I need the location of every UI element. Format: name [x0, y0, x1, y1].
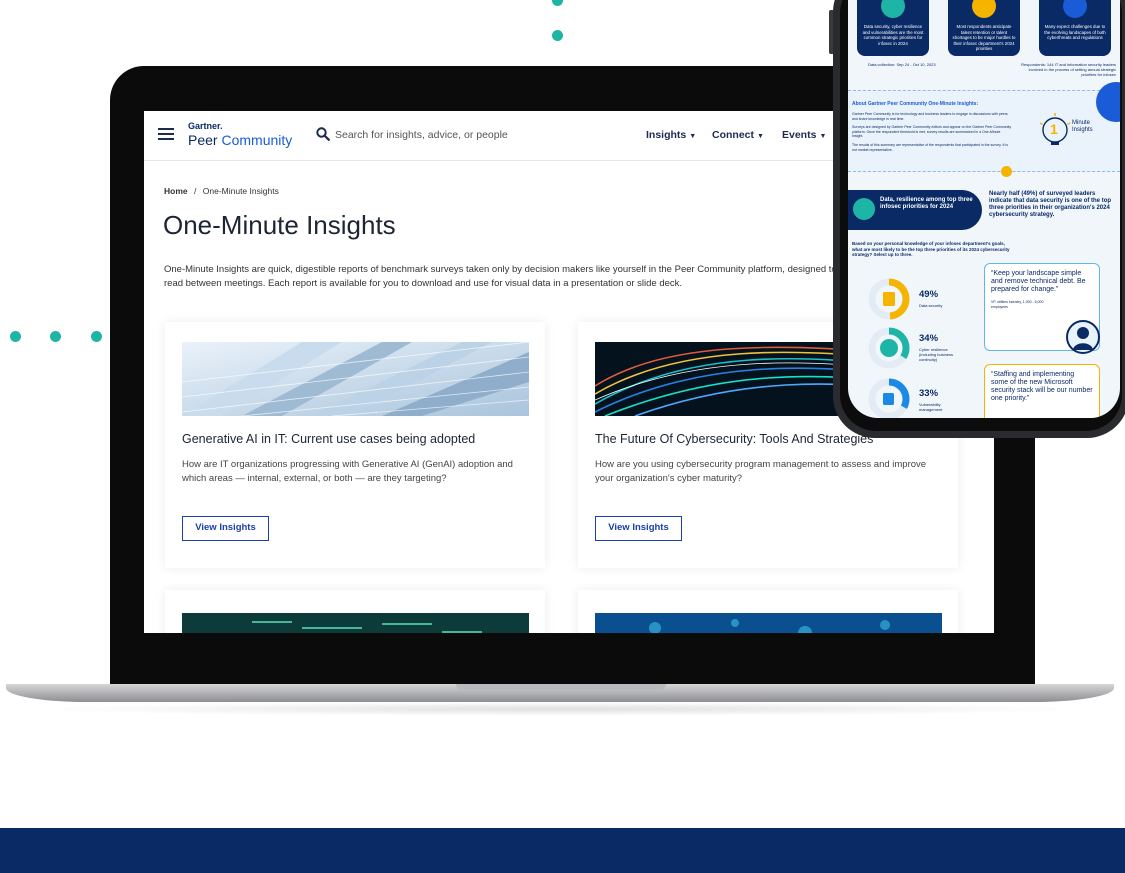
one-minute-insights-badge-icon: 1 [1038, 113, 1072, 147]
decorative-dot [50, 331, 61, 342]
gartner-peer-community-logo[interactable]: Gartner. Peer Community [188, 121, 292, 148]
breadcrumb-current: One-Minute Insights [202, 186, 279, 196]
card-title[interactable]: The Future Of Cybersecurity: Tools And S… [595, 432, 873, 446]
decorative-dot [10, 331, 21, 342]
headline-pill: Data, resilience among top three infosec… [848, 190, 982, 230]
quote-attribution: VP, utilities industry, 1,000 - 5,000 em… [991, 300, 1044, 309]
logo-brand: Gartner. [188, 121, 223, 131]
search-input[interactable]: Search for insights, advice, or people [335, 129, 508, 141]
phone-screen: Data security, cyber resilience and vuln… [848, 0, 1120, 418]
badge-label-line: Minute [1072, 120, 1091, 126]
card-description: How are you using cybersecurity program … [595, 459, 927, 484]
stat-percent: 49% [919, 289, 939, 300]
stat-donut-icon [868, 278, 910, 320]
survey-question: Based on your personal knowledge of your… [852, 241, 1010, 258]
search-icon[interactable] [316, 127, 330, 141]
nav-events[interactable]: Events ▼ [782, 129, 826, 141]
nav-connect[interactable]: Connect ▼ [712, 129, 764, 141]
infographic-tile: Data security, cyber resilience and vuln… [857, 0, 929, 56]
laptop-notch [456, 684, 666, 690]
stat-label: Cyber resilience (including business con… [919, 347, 954, 362]
view-insights-button[interactable]: View Insights [182, 516, 269, 541]
badge-label: Minute Insights [1072, 120, 1093, 134]
landscape-icon [1063, 0, 1087, 18]
decorative-dot [91, 331, 102, 342]
security-icon [881, 0, 905, 18]
data-collection-text: Data collection: Sep 24 - Oct 10, 2023 [868, 62, 936, 67]
tile-text: Most respondents anticipate talent reten… [952, 24, 1016, 51]
quote-bubble: “Staffing and implementing some of the n… [984, 364, 1100, 418]
tile-text: Data security, cyber resilience and vuln… [862, 24, 924, 46]
breadcrumb-home[interactable]: Home [164, 186, 188, 196]
card-image-glass-building [182, 342, 529, 416]
about-text: Gartner Peer Community is for technology… [852, 112, 1008, 121]
stat-percent: 34% [919, 333, 939, 344]
stat-percent: 33% [919, 388, 939, 399]
caret-down-icon: ▼ [689, 133, 697, 140]
pill-icon [853, 198, 875, 220]
caret-down-icon: ▼ [757, 133, 764, 140]
infographic-tile: Many expect challenges due to the evolvi… [1039, 0, 1111, 56]
view-insights-button[interactable]: View Insights [595, 516, 682, 541]
about-title: About Gartner Peer Community One-Minute … [852, 101, 979, 107]
logo-community: Community [221, 132, 293, 148]
quote-text: “Keep your landscape simple and remove t… [991, 270, 1086, 293]
stat-donut-icon [868, 327, 910, 369]
insight-card-partial[interactable] [165, 590, 545, 633]
about-text: The results of this summary are represen… [852, 143, 1008, 152]
avatar [1066, 320, 1100, 354]
hamburger-menu-icon[interactable] [158, 128, 174, 140]
card-title[interactable]: Generative AI in IT: Current use cases b… [182, 432, 475, 446]
card-image-circuit [595, 613, 942, 633]
stat-donut-icon [868, 378, 910, 418]
nav-insights[interactable]: Insights ▼ [646, 129, 696, 141]
stat-label: Vulnerability management [919, 402, 943, 412]
about-section: About Gartner Peer Community One-Minute … [848, 90, 1120, 172]
nav-events-label: Events [782, 129, 817, 141]
tile-text: Many expect challenges due to the evolvi… [1044, 24, 1106, 40]
lead-text: Nearly half (49%) of surveyed leaders in… [989, 191, 1112, 218]
nav-connect-label: Connect [712, 129, 754, 141]
marketing-hero: Gartner. Peer Community Search for insig… [0, 0, 1125, 873]
talent-icon [972, 0, 996, 18]
stat-label: Data security [919, 303, 943, 308]
breadcrumb-separator: / [194, 186, 197, 196]
card-description: How are IT organizations progressing wit… [182, 459, 513, 484]
about-text: Surveys are designed by Gartner Peer Com… [852, 125, 1012, 139]
page-description: One-Minute Insights are quick, digestibl… [164, 264, 850, 289]
breadcrumb: Home / One-Minute Insights [164, 186, 279, 196]
respondents-text: Respondents: 144 IT and information secu… [1021, 62, 1116, 77]
laptop-shadow [30, 702, 1090, 716]
pill-text: Data, resilience among top three infosec… [880, 197, 973, 210]
insight-card-partial[interactable] [578, 590, 958, 633]
badge-label-line: Insights [1072, 127, 1093, 133]
card-image-code-screen [182, 613, 529, 633]
infographic-tile: Most respondents anticipate talent reten… [948, 0, 1020, 56]
nav-insights-label: Insights [646, 129, 687, 141]
insight-card[interactable]: Generative AI in IT: Current use cases b… [165, 322, 545, 568]
footer-band [0, 828, 1125, 873]
page-title: One-Minute Insights [163, 210, 396, 240]
decorative-dot [552, 0, 563, 6]
caret-down-icon: ▼ [819, 133, 827, 140]
decorative-dot [552, 30, 563, 41]
logo-product: Peer Community [188, 133, 292, 147]
badge-number: 1 [1050, 121, 1058, 137]
logo-peer: Peer [188, 132, 218, 148]
quote-text: “Staffing and implementing some of the n… [991, 371, 1093, 402]
decorative-dot [1001, 166, 1012, 177]
